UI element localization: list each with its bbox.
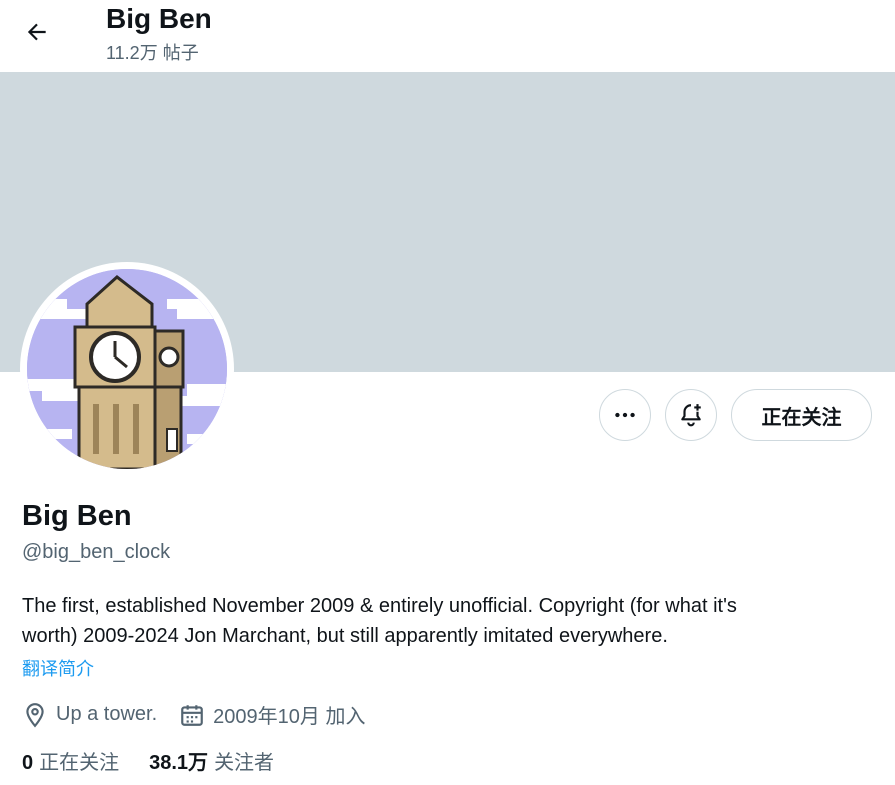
arrow-left-icon [27,23,46,41]
calendar-icon [179,702,205,728]
location-pin-icon [22,702,48,728]
top-bar: Big Ben 11.2万 帖子 [0,0,895,72]
profile-handle: @big_ben_clock [22,541,171,563]
more-button[interactable] [599,389,651,441]
translate-bio-link[interactable]: 翻译简介 [22,656,94,682]
bell-plus-icon [681,404,701,427]
post-count: 11.2万 帖子 [106,43,199,63]
following-count: 0 [22,752,34,774]
big-ben-pixel-art [27,269,227,469]
followers-count-link[interactable]: 38.1万 关注者 [149,749,274,777]
following-count-link[interactable]: 0 正在关注 [22,749,119,777]
profile-name: Big Ben [22,500,132,532]
profile-meta: Up a tower. 2009年10月 加入 [22,700,387,729]
followers-label: 关注者 [214,752,275,774]
bio-line: worth) 2009-2024 Jon Marchant, but still… [22,625,668,647]
back-button[interactable] [18,13,56,51]
following-button[interactable]: 正在关注 [731,389,872,441]
location: Up a tower. [22,702,157,728]
join-date: 2009年10月 加入 [179,700,365,729]
avatar[interactable] [20,262,234,476]
following-label: 正在关注 [39,752,120,774]
profile-bio: The first, established November 2009 & e… [22,591,882,651]
follow-stats: 0 正在关注 38.1万 关注者 [22,749,304,777]
join-date-text: 2009年10月 加入 [213,706,366,728]
location-text: Up a tower. [56,703,158,725]
avatar-image [27,269,227,469]
page-title: Big Ben [106,3,212,34]
more-horizontal-icon [615,412,635,418]
followers-count: 38.1万 [149,752,209,774]
notifications-button[interactable] [665,389,717,441]
bio-line: The first, established November 2009 & e… [22,595,737,617]
